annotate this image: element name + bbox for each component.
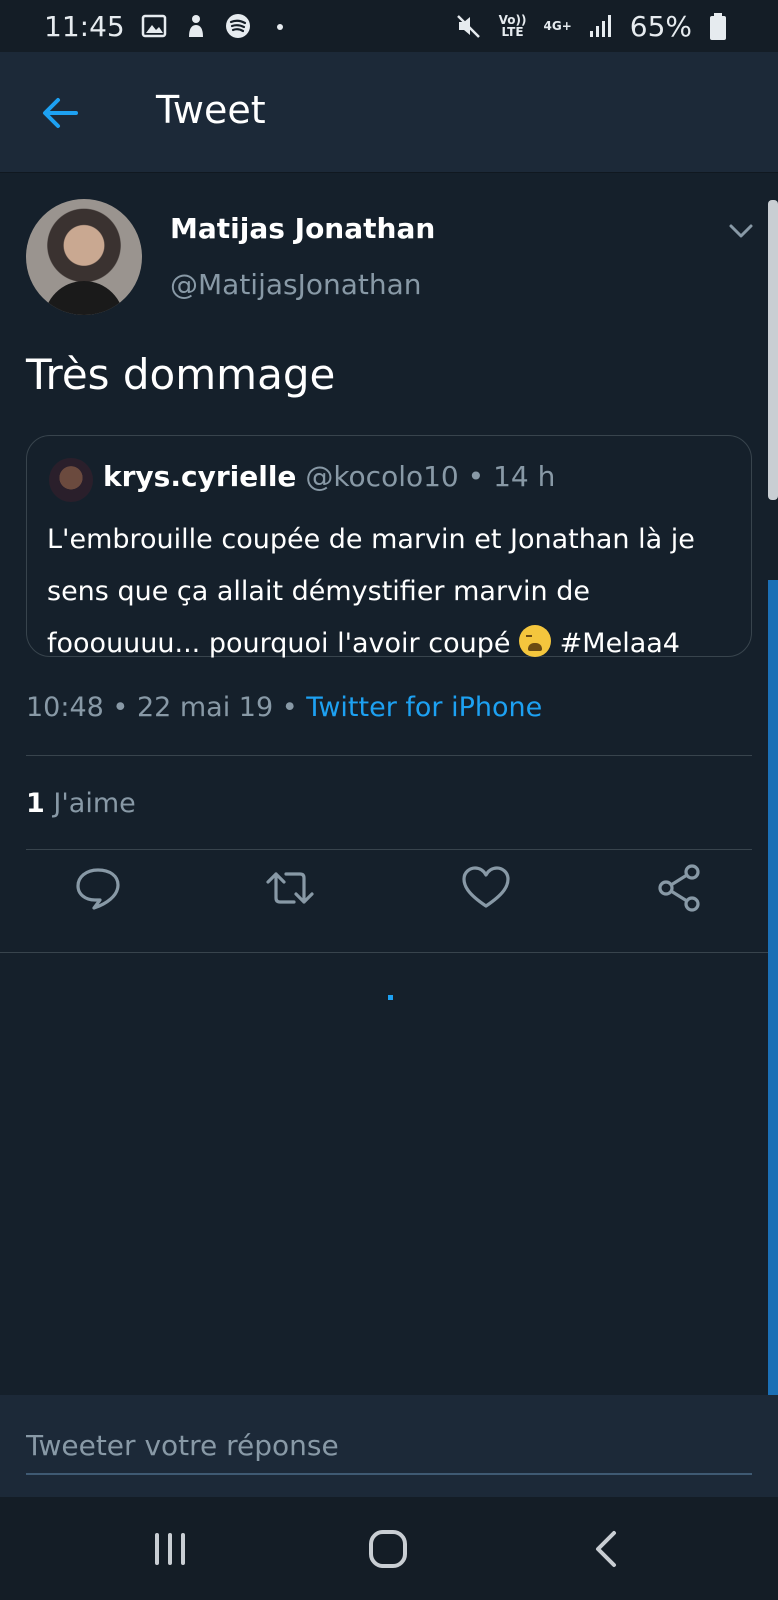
reply-button[interactable] <box>70 860 126 916</box>
retweet-icon <box>266 872 314 904</box>
app-notification-icon <box>183 13 209 39</box>
like-button[interactable] <box>458 860 514 916</box>
status-bar: 11:45 Vo)) LTE 4G+ 65% <box>0 0 778 52</box>
likes-summary[interactable]: 1 J'aime <box>26 788 136 819</box>
author-avatar[interactable] <box>26 199 142 315</box>
likes-label: J'aime <box>53 788 136 819</box>
quoted-author-avatar <box>49 458 93 502</box>
section-divider <box>0 952 778 953</box>
tweet-text: Très dommage <box>26 350 336 399</box>
likes-count: 1 <box>26 788 45 819</box>
status-time: 11:45 <box>44 9 125 43</box>
volte-indicator: Vo)) LTE <box>498 13 527 39</box>
more-notifications-dot-icon <box>267 13 293 39</box>
scrollbar-thumb[interactable] <box>768 200 778 500</box>
page-title: Tweet <box>156 88 266 132</box>
back-arrow-icon[interactable] <box>38 90 84 136</box>
divider <box>26 849 752 850</box>
quoted-tweet-age: 14 h <box>493 460 556 493</box>
system-navigation-bar <box>0 1497 778 1600</box>
quoted-author-name: krys.cyrielle <box>103 460 297 493</box>
battery-percentage: 65% <box>629 9 692 43</box>
reply-input[interactable] <box>26 1417 752 1475</box>
author-handle[interactable]: @MatijasJonathan <box>170 268 422 301</box>
quoted-separator: • <box>467 460 485 493</box>
gallery-notification-icon <box>141 13 167 39</box>
signal-strength-icon <box>588 13 614 39</box>
heart-icon <box>462 866 510 908</box>
tweet-actions <box>0 860 778 942</box>
quoted-hashtag[interactable]: #Melaa4 <box>560 628 680 659</box>
quoted-tweet-header: krys.cyrielle @kocolo10 • 14 h <box>103 460 555 493</box>
home-icon <box>369 1530 407 1568</box>
recent-apps-button[interactable] <box>145 1527 195 1571</box>
share-button[interactable] <box>652 860 708 916</box>
battery-icon <box>708 13 734 40</box>
meta-separator-1: • <box>112 692 129 723</box>
quoted-tweet-card[interactable]: krys.cyrielle @kocolo10 • 14 h L'embroui… <box>26 435 752 659</box>
meta-separator-2: • <box>281 692 298 723</box>
spotify-icon <box>225 13 251 39</box>
scrollbar-track-highlight <box>768 580 778 1395</box>
quoted-tweet-body: L'embrouille coupée de marvin et Jonatha… <box>47 514 737 670</box>
chevron-down-icon[interactable] <box>726 216 756 246</box>
home-button[interactable] <box>363 1527 413 1571</box>
share-icon <box>658 864 700 912</box>
author-name[interactable]: Matijas Jonathan <box>170 212 435 245</box>
loading-indicator <box>388 995 393 1000</box>
comment-icon <box>76 868 120 910</box>
system-back-button[interactable] <box>582 1527 632 1571</box>
mute-icon <box>456 13 482 39</box>
weary-face-emoji-icon <box>519 625 552 657</box>
app-bar: Tweet <box>0 52 778 173</box>
tweet-meta: 10:48 • 22 mai 19 • Twitter for iPhone <box>26 692 542 723</box>
tweet-time: 10:48 <box>26 692 104 723</box>
network-type-indicator: 4G+ <box>543 19 572 33</box>
tweet-source-link[interactable]: Twitter for iPhone <box>306 692 542 723</box>
quoted-author-handle: @kocolo10 <box>305 460 459 493</box>
chevron-left-icon <box>596 1531 616 1567</box>
tweet-date: 22 mai 19 <box>136 692 274 723</box>
recent-apps-icon <box>155 1533 185 1565</box>
divider <box>26 755 752 756</box>
reply-composer <box>0 1395 778 1497</box>
status-bar-left: 11:45 <box>44 10 293 43</box>
status-bar-right: Vo)) LTE 4G+ 65% <box>456 10 735 43</box>
retweet-button[interactable] <box>262 860 318 916</box>
